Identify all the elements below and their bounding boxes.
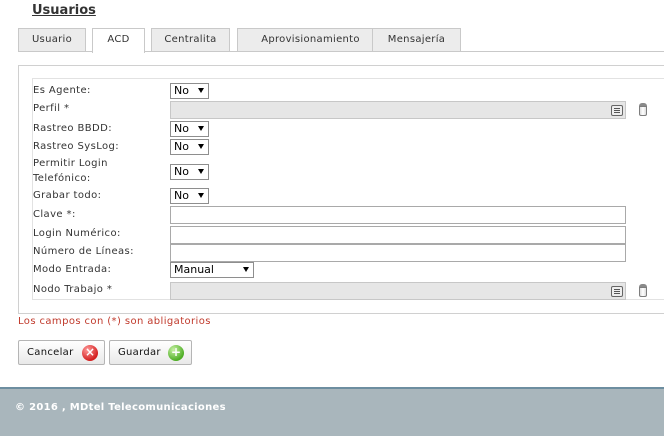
rastreo-bbdd-select[interactable]: No (170, 121, 209, 137)
chevron-down-icon (198, 144, 204, 149)
tab-usuario[interactable]: Usuario (18, 28, 86, 52)
grabar-todo-label: Grabar todo: (33, 190, 102, 201)
numero-lineas-label: Número de Líneas: (33, 246, 134, 257)
x-circle-icon: × (82, 345, 98, 361)
permitir-login-label-line2: Telefónico: (33, 173, 91, 184)
chevron-down-icon (198, 169, 204, 174)
rastreo-syslog-label: Rastreo SysLog: (33, 141, 120, 152)
trash-icon[interactable] (638, 103, 648, 116)
required-fields-note: Los campos con (*) son abligatorios (18, 316, 211, 327)
tab-aprovisionamiento[interactable]: Aprovisionamiento (237, 28, 384, 52)
grabar-todo-value: No (174, 189, 189, 202)
nodo-trabajo-field (170, 282, 626, 300)
permitir-login-label-line1: Permitir Login (33, 158, 108, 169)
login-numerico-field[interactable] (170, 226, 626, 244)
save-button-label: Guardar (118, 347, 161, 358)
clave-field[interactable] (170, 206, 626, 224)
rastreo-syslog-value: No (174, 140, 189, 153)
chevron-down-icon (198, 126, 204, 131)
trash-icon[interactable] (638, 284, 648, 297)
cancel-button[interactable]: Cancelar × (18, 340, 105, 365)
rastreo-bbdd-value: No (174, 122, 189, 135)
es-agente-value: No (174, 84, 189, 97)
permitir-login-select[interactable]: No (170, 164, 209, 180)
permitir-login-value: No (174, 165, 189, 178)
list-icon[interactable] (611, 286, 623, 297)
chevron-down-icon (198, 88, 204, 93)
chevron-down-icon (198, 193, 204, 198)
footer: © 2016 , MDtel Telecomunicaciones (0, 387, 664, 436)
rastreo-syslog-select[interactable]: No (170, 139, 209, 155)
modo-entrada-select[interactable]: Manual (170, 262, 254, 278)
cancel-button-label: Cancelar (27, 347, 74, 358)
numero-lineas-field[interactable] (170, 244, 626, 262)
tab-centralita[interactable]: Centralita (151, 28, 230, 52)
chevron-down-icon (243, 267, 249, 272)
save-button[interactable]: Guardar + (109, 340, 192, 365)
page-title: Usuarios (32, 3, 96, 18)
perfil-label: Perfil * (33, 103, 70, 114)
footer-copyright: © 2016 , MDtel Telecomunicaciones (15, 402, 226, 413)
list-icon[interactable] (611, 105, 623, 116)
modo-entrada-label: Modo Entrada: (33, 264, 112, 275)
nodo-trabajo-label: Nodo Trabajo * (33, 284, 113, 295)
perfil-field (170, 101, 626, 119)
plus-circle-icon: + (168, 345, 184, 361)
es-agente-select[interactable]: No (170, 83, 209, 99)
clave-label: Clave *: (33, 209, 76, 220)
rastreo-bbdd-label: Rastreo BBDD: (33, 123, 113, 134)
tab-mensajeria[interactable]: Mensajería (372, 28, 461, 52)
es-agente-label: Es Agente: (33, 85, 91, 96)
grabar-todo-select[interactable]: No (170, 188, 209, 204)
login-numerico-label: Login Numérico: (33, 228, 121, 239)
modo-entrada-value: Manual (174, 263, 214, 276)
tab-acd[interactable]: ACD (92, 28, 145, 53)
